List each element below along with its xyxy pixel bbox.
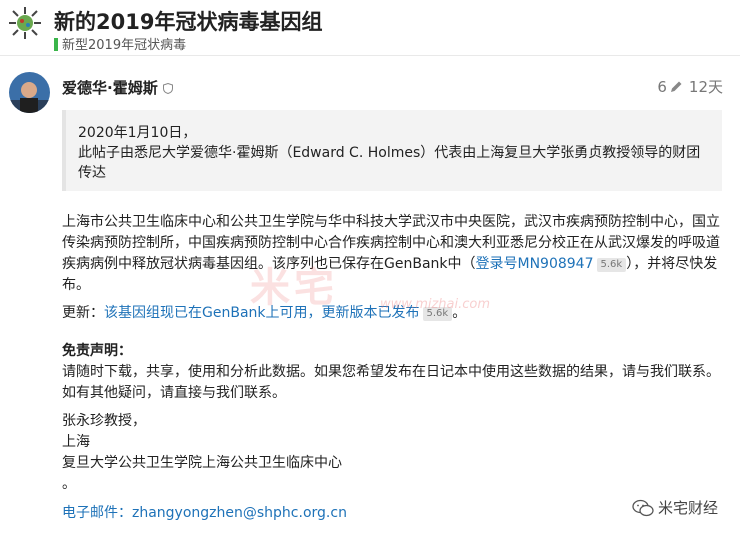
click-count-badge: 5.6k: [422, 307, 453, 321]
quote-date: 2020年1月10日，: [78, 125, 197, 141]
quote-text: 此帖子由悉尼大学爱德华·霍姆斯（Edward C. Holmes）代表由上海复旦…: [78, 145, 701, 181]
edit-count[interactable]: 6: [657, 78, 667, 96]
signature: 张永珍教授， 上海 复旦大学公共卫生学院上海公共卫生临床中心 。: [62, 411, 722, 495]
accession-link[interactable]: 登录号MN908947: [476, 256, 594, 272]
update-link[interactable]: 该基因组现已在GenBank上可用，更新版本已发布: [104, 305, 420, 321]
disclaimer-heading: 免责声明：: [62, 343, 132, 359]
category-label[interactable]: 新型2019年冠状病毒: [62, 38, 186, 53]
update-end: 。: [452, 305, 467, 321]
brand-watermark: 米宅财经: [632, 497, 718, 518]
author-name[interactable]: 爱德华·霍姆斯: [62, 79, 158, 97]
wechat-icon: [632, 499, 654, 517]
topic-title[interactable]: 新的2019年冠状病毒基因组: [54, 6, 322, 36]
post-age[interactable]: 12天: [689, 78, 723, 96]
signature-city: 上海: [62, 434, 90, 450]
quote-block: 2020年1月10日， 此帖子由悉尼大学爱德华·霍姆斯（Edward C. Ho…: [62, 110, 722, 191]
email-line: 电子邮件：zhangyongzhen@shphc.org.cn: [62, 503, 722, 524]
email-label: 电子邮件：: [62, 505, 132, 521]
avatar-image: [9, 72, 50, 113]
pencil-icon[interactable]: [670, 80, 683, 93]
shield-icon: [162, 83, 173, 94]
signature-dot: 。: [62, 476, 76, 492]
post-author[interactable]: 爱德华·霍姆斯: [62, 77, 173, 98]
disclaimer-section: 免责声明： 请随时下载，共享，使用和分析此数据。如果您希望发布在日记本中使用这些…: [62, 341, 722, 404]
signature-org: 复旦大学公共卫生学院上海公共卫生临床中心: [62, 455, 342, 471]
virus-logo-icon[interactable]: [8, 6, 42, 40]
signature-name: 张永珍教授，: [62, 413, 146, 429]
category-color-square: [54, 38, 58, 51]
category-badge[interactable]: 新型2019年冠状病毒: [54, 34, 186, 53]
click-count-badge: 5.6k: [596, 258, 627, 272]
update-paragraph: 更新：该基因组现已在GenBank上可用，更新版本已发布 5.6k。: [62, 303, 722, 324]
email-link[interactable]: zhangyongzhen@shphc.org.cn: [132, 505, 347, 521]
disclaimer-text: 请随时下载，共享，使用和分析此数据。如果您希望发布在日记本中使用这些数据的结果，…: [62, 364, 720, 401]
update-label: 更新：: [62, 305, 104, 321]
brand-name: 米宅财经: [657, 499, 718, 517]
body-paragraph: 上海市公共卫生临床中心和公共卫生学院与华中科技大学武汉市中央医院，武汉市疾病预防…: [62, 212, 722, 296]
post-meta: 6 12天: [651, 76, 723, 97]
avatar[interactable]: [9, 72, 50, 113]
topic-header: 新的2019年冠状病毒基因组 新型2019年冠状病毒: [0, 0, 740, 56]
